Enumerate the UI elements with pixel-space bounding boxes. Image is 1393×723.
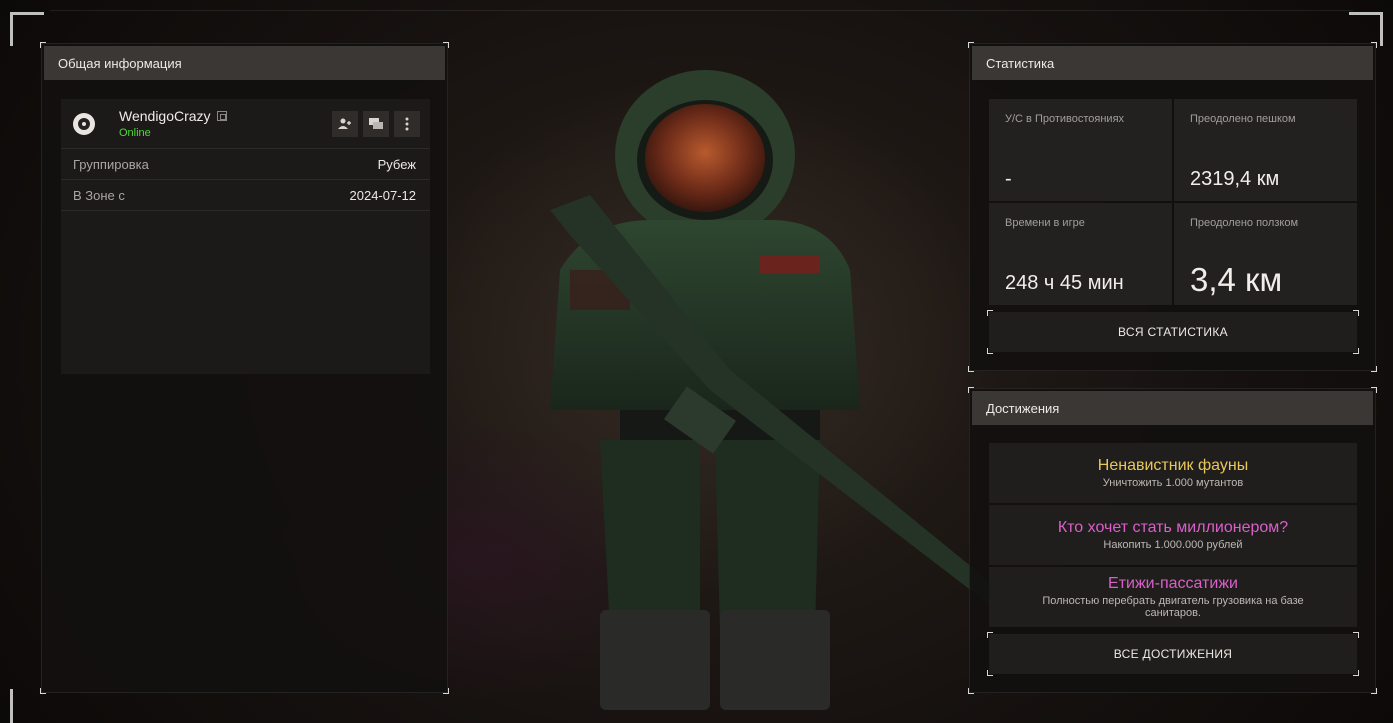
stat-label: Времени в игре xyxy=(1005,217,1085,229)
achievement-item[interactable]: Етижи-пассатижи Полностью перебрать двиг… xyxy=(989,567,1357,627)
achievement-title: Етижи-пассатижи xyxy=(1108,575,1238,592)
stat-cell-pvp: У/С в Противостояниях - xyxy=(989,99,1172,201)
frame-corner-top-left xyxy=(10,12,44,46)
stat-cell-walked: Преодолено пешком 2319,4 км xyxy=(1174,99,1357,201)
stat-cell-playtime: Времени в игре 248 ч 45 мин xyxy=(989,203,1172,305)
character-model xyxy=(550,70,1000,710)
add-friend-icon xyxy=(338,118,351,129)
achievement-desc: Уничтожить 1.000 мутантов xyxy=(1102,477,1244,489)
online-status: Online xyxy=(119,127,151,139)
frame-corner-bottom-left xyxy=(10,689,44,723)
achievements-panel: Достижения Ненавистник фауны Уничтожить … xyxy=(968,387,1377,694)
faction-label: Группировка xyxy=(73,156,149,172)
faction-emblem-icon xyxy=(73,112,95,135)
stat-label: Преодолено пешком xyxy=(1190,113,1296,125)
general-info-header: Общая информация xyxy=(44,46,445,80)
achievements-header: Достижения xyxy=(972,391,1373,425)
achievement-item[interactable]: Кто хочет стать миллионером? Накопить 1.… xyxy=(989,505,1357,565)
profile-row: WendigoCrazy Online xyxy=(61,99,430,149)
achievement-title: Ненавистник фауны xyxy=(1097,457,1249,474)
message-icon xyxy=(369,117,383,129)
stat-value: 3,4 км xyxy=(1190,261,1283,298)
stat-value: 2319,4 км xyxy=(1190,168,1280,190)
faction-row: Группировка Рубеж xyxy=(61,149,430,180)
zone-since-row: В Зоне с 2024-07-12 xyxy=(61,180,430,211)
stat-label: Преодолено ползком xyxy=(1190,217,1299,229)
profile-card: WendigoCrazy Online Группировка Рубеж В … xyxy=(61,99,430,374)
all-stats-button[interactable]: ВСЯ СТАТИСТИКА xyxy=(987,310,1359,354)
general-info-panel: Общая информация WendigoCrazy Online Гру… xyxy=(40,42,449,694)
achievement-title: Кто хочет стать миллионером? xyxy=(1057,519,1289,536)
stat-label: У/С в Противостояниях xyxy=(1005,113,1125,125)
add-friend-button[interactable] xyxy=(332,110,358,137)
all-stats-label: ВСЯ СТАТИСТИКА xyxy=(1118,325,1228,339)
statistics-panel: Статистика У/С в Противостояниях - Преод… xyxy=(968,42,1377,372)
stat-value: - xyxy=(1005,168,1012,190)
all-achievements-label: ВСЕ ДОСТИЖЕНИЯ xyxy=(1113,647,1233,661)
top-divider xyxy=(50,10,1353,11)
copy-icon[interactable] xyxy=(216,111,227,121)
faction-value: Рубеж xyxy=(377,156,416,172)
all-achievements-button[interactable]: ВСЕ ДОСТИЖЕНИЯ xyxy=(987,632,1359,676)
more-options-button[interactable] xyxy=(394,110,420,137)
statistics-header: Статистика xyxy=(972,46,1373,80)
achievement-item[interactable]: Ненавистник фауны Уничтожить 1.000 мутан… xyxy=(989,443,1357,503)
zone-since-label: В Зоне с xyxy=(73,187,125,203)
stat-value: 248 ч 45 мин xyxy=(1005,272,1124,294)
message-button[interactable] xyxy=(363,110,389,137)
more-icon xyxy=(405,117,409,130)
stat-cell-crawled: Преодолено ползком 3,4 км xyxy=(1174,203,1357,305)
achievement-desc: Накопить 1.000.000 рублей xyxy=(1103,539,1243,551)
achievement-desc: Полностью перебрать двигатель грузовика … xyxy=(1042,595,1304,619)
stats-grid: У/С в Противостояниях - Преодолено пешко… xyxy=(989,99,1357,305)
zone-since-value: 2024-07-12 xyxy=(349,187,417,203)
username: WendigoCrazy xyxy=(119,108,211,124)
frame-corner-top-right xyxy=(1349,12,1383,46)
